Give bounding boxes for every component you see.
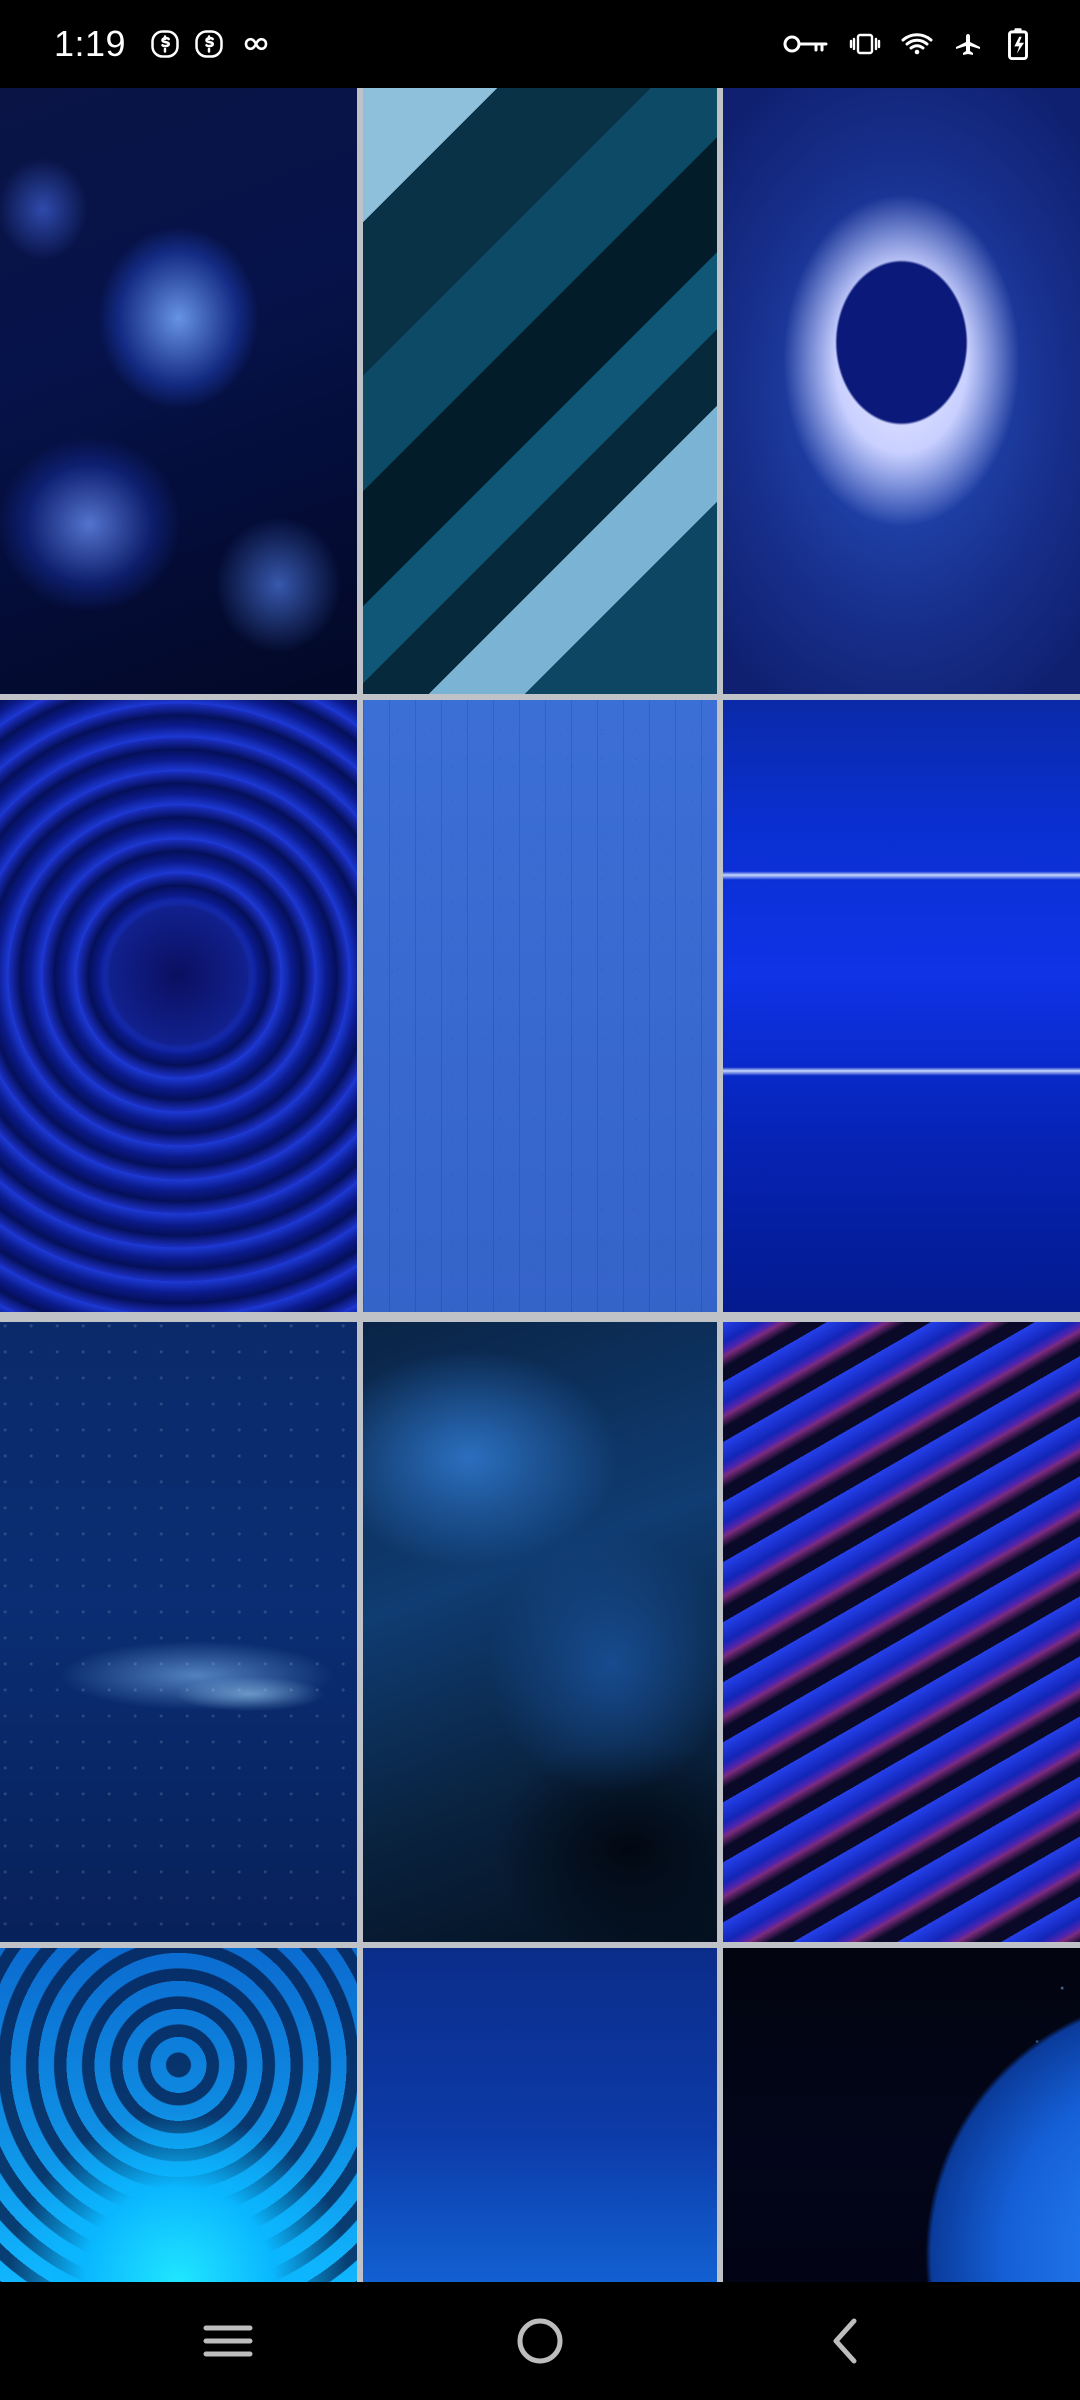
s-circle-icon xyxy=(150,29,180,59)
wallpaper-tile-blue-sky-gradient[interactable] xyxy=(363,1948,717,2282)
wallpaper-tile-starry-comet[interactable] xyxy=(0,1322,357,1942)
airplane-icon xyxy=(952,29,986,59)
wallpaper-grid xyxy=(0,88,1080,2282)
battery-charging-icon xyxy=(1004,27,1032,61)
status-time: 1:19 xyxy=(54,23,127,64)
status-right-icons xyxy=(782,22,1032,66)
s-circle-icon xyxy=(194,29,224,59)
vibrate-icon xyxy=(848,29,882,59)
wallpaper-tile-mandala-lion[interactable] xyxy=(723,88,1080,694)
infinity-icon xyxy=(238,29,274,59)
wifi-icon xyxy=(900,29,934,59)
navigation-bar xyxy=(0,2282,1080,2400)
wallpaper-tile-frosted-leaves[interactable] xyxy=(0,88,357,694)
back-button[interactable] xyxy=(804,2310,888,2372)
recent-apps-button[interactable] xyxy=(186,2310,270,2372)
wallpaper-tile-swirling-galaxy[interactable] xyxy=(723,1322,1080,1942)
home-icon xyxy=(512,2313,568,2369)
status-bar: 1:19 xyxy=(0,0,1080,88)
back-icon xyxy=(824,2313,868,2369)
wallpaper-tile-blue-mosaic[interactable] xyxy=(363,700,717,1312)
home-button[interactable] xyxy=(498,2310,582,2372)
status-left-icons xyxy=(150,26,274,62)
wallpaper-tile-planet-horizon[interactable] xyxy=(723,1948,1080,2282)
wallpaper-tile-fractal-spiral[interactable] xyxy=(0,700,357,1312)
wallpaper-tile-neon-room[interactable] xyxy=(723,700,1080,1312)
wallpaper-tile-cyan-damask[interactable] xyxy=(0,1948,357,2282)
menu-icon xyxy=(200,2318,256,2364)
wallpaper-tile-diagonal-stripes[interactable] xyxy=(363,88,717,694)
wallpaper-tile-fluid-marble[interactable] xyxy=(363,1322,717,1942)
key-icon xyxy=(782,29,830,59)
